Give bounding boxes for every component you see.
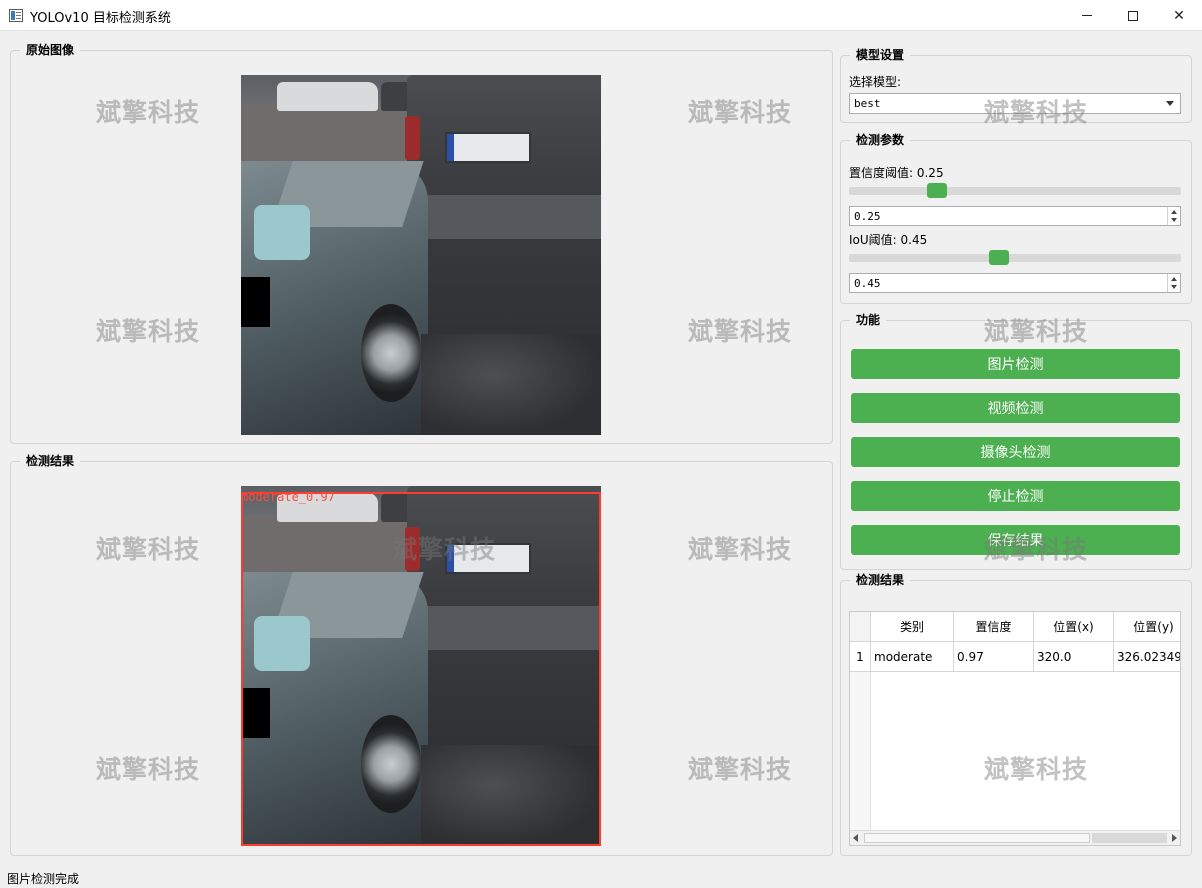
- cell-y[interactable]: 326.02349...: [1114, 642, 1180, 672]
- camera-detect-button[interactable]: 摄像头检测: [851, 437, 1180, 467]
- maximize-button[interactable]: [1110, 0, 1156, 31]
- video-detect-button[interactable]: 视频检测: [851, 393, 1180, 423]
- model-select-value: best: [854, 97, 881, 110]
- column-header-confidence[interactable]: 置信度: [954, 612, 1034, 642]
- app-icon: [9, 9, 23, 22]
- confidence-spinbox[interactable]: 0.25: [849, 206, 1181, 226]
- title-bar: YOLOv10 目标检测系统 ✕: [0, 0, 1202, 31]
- detection-label: moderate_0.97: [241, 490, 335, 504]
- detection-params-title: 检测参数: [850, 132, 911, 148]
- confidence-slider[interactable]: [849, 187, 1181, 195]
- spin-up-icon[interactable]: [1171, 277, 1177, 281]
- results-table[interactable]: 类别 置信度 位置(x) 位置(y) 1 moderate 0.97 320.0…: [849, 611, 1181, 846]
- iou-slider-handle[interactable]: [989, 250, 1010, 265]
- table-corner: [850, 612, 871, 642]
- scrollbar-thumb[interactable]: [1092, 833, 1167, 843]
- results-table-title: 检测结果: [850, 572, 911, 588]
- scroll-left-icon[interactable]: [853, 834, 858, 842]
- window-title: YOLOv10 目标检测系统: [30, 11, 171, 26]
- image-detect-button[interactable]: 图片检测: [851, 349, 1180, 379]
- minimize-icon: [1082, 15, 1092, 16]
- save-results-button[interactable]: 保存结果: [851, 525, 1180, 555]
- maximize-icon: [1128, 10, 1138, 21]
- spin-up-icon[interactable]: [1171, 210, 1177, 214]
- iou-spinbox-value: 0.45: [854, 277, 881, 290]
- row-number[interactable]: 1: [850, 642, 871, 672]
- stop-detect-button[interactable]: 停止检测: [851, 481, 1180, 511]
- column-header-y[interactable]: 位置(y): [1114, 612, 1180, 642]
- close-button[interactable]: ✕: [1156, 0, 1202, 31]
- chevron-down-icon: [1166, 101, 1174, 106]
- column-header-x[interactable]: 位置(x): [1034, 612, 1114, 642]
- confidence-label: 置信度阈值: 0.25: [849, 166, 944, 180]
- original-image: [241, 75, 601, 435]
- close-icon: ✕: [1173, 7, 1185, 24]
- iou-spinbox[interactable]: 0.45: [849, 273, 1181, 293]
- cell-class[interactable]: moderate: [871, 642, 954, 672]
- result-image-title: 检测结果: [20, 453, 81, 469]
- functions-title: 功能: [850, 312, 887, 328]
- iou-slider[interactable]: [849, 254, 1181, 262]
- model-select[interactable]: best: [849, 93, 1181, 114]
- spin-down-icon[interactable]: [1171, 218, 1177, 222]
- original-image-title: 原始图像: [20, 42, 81, 58]
- scrollbar-track: [864, 833, 1090, 843]
- horizontal-scrollbar[interactable]: [850, 830, 1180, 845]
- scroll-right-icon[interactable]: [1172, 834, 1177, 842]
- column-header-class[interactable]: 类别: [871, 612, 954, 642]
- result-image: moderate_0.97: [241, 486, 601, 846]
- minimize-button[interactable]: [1064, 0, 1110, 31]
- spin-down-icon[interactable]: [1171, 285, 1177, 289]
- confidence-slider-handle[interactable]: [927, 183, 947, 198]
- confidence-spinbox-value: 0.25: [854, 210, 881, 223]
- cell-confidence[interactable]: 0.97: [954, 642, 1034, 672]
- select-model-label: 选择模型:: [849, 75, 902, 89]
- cell-x[interactable]: 320.0: [1034, 642, 1114, 672]
- detection-box: [241, 492, 601, 846]
- model-settings-title: 模型设置: [850, 47, 911, 63]
- iou-label: IoU阈值: 0.45: [849, 233, 928, 247]
- status-bar-text: 图片检测完成: [7, 872, 80, 886]
